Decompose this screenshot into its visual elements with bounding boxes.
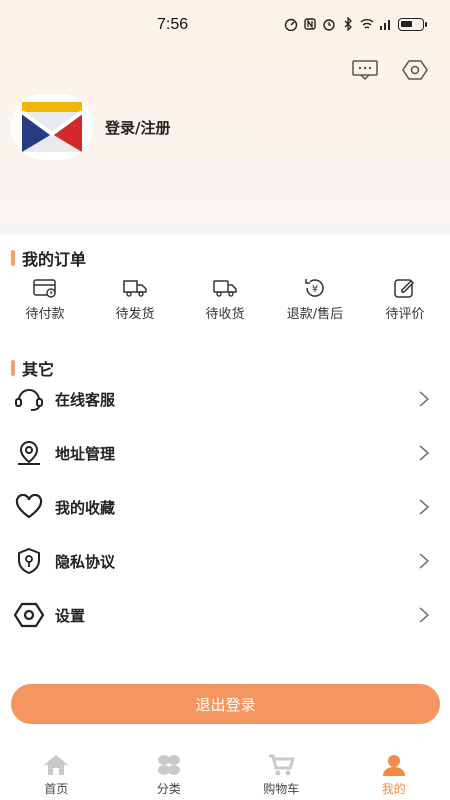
tab-label: 首页	[44, 782, 69, 796]
order-item-label: 待评价	[385, 307, 425, 322]
section-accent-bar	[11, 250, 15, 266]
menu-item-settings[interactable]: 设置	[0, 588, 450, 642]
alarm-icon	[323, 19, 335, 31]
order-pending-receipt[interactable]: 待收货	[180, 276, 270, 326]
svg-text:¥: ¥	[312, 284, 318, 295]
order-item-label: 待发货	[115, 307, 155, 322]
order-pending-shipment[interactable]: 待发货	[90, 276, 180, 326]
tab-label: 我的	[381, 782, 406, 796]
message-button[interactable]	[350, 58, 380, 82]
order-pending-review[interactable]: 待评价	[360, 276, 450, 326]
order-refund-aftersale[interactable]: ¥ 退款/售后	[270, 276, 360, 326]
shield-icon	[18, 547, 40, 575]
app-logo-icon	[22, 102, 82, 152]
home-icon	[44, 755, 69, 775]
tab-label: 购物车	[263, 782, 300, 796]
tab-label: 分类	[156, 782, 181, 796]
status-time: 7:56	[157, 16, 189, 33]
order-item-label: 待付款	[25, 307, 65, 322]
speed-icon	[284, 18, 298, 31]
orders-section-title: 我的订单	[11, 246, 86, 270]
chevron-right-icon	[419, 607, 430, 623]
tab-cart[interactable]: 购物车	[225, 744, 338, 800]
chevron-right-icon	[419, 553, 430, 569]
edit-icon	[394, 279, 415, 298]
menu-item-privacy[interactable]: 隐私协议	[0, 534, 450, 588]
chevron-right-icon	[419, 445, 430, 461]
login-register-link[interactable]: 登录/注册	[105, 117, 170, 138]
menu-item-address[interactable]: 地址管理	[0, 426, 450, 480]
user-icon	[382, 755, 405, 776]
menu-item-label: 我的收藏	[55, 498, 116, 517]
chevron-right-icon	[419, 391, 430, 407]
menu-item-customer-service[interactable]: 在线客服	[0, 372, 450, 426]
order-status-row: 待付款 待发货 待收货 ¥ 退款/售后 待评价	[0, 276, 450, 326]
order-item-label: 待收货	[205, 307, 245, 322]
menu-item-favorites[interactable]: 我的收藏	[0, 480, 450, 534]
menu-item-label: 设置	[55, 606, 86, 625]
menu-item-label: 地址管理	[55, 444, 116, 463]
tab-category[interactable]: 分类	[113, 744, 226, 800]
settings-hex-icon	[402, 60, 428, 80]
menu-item-label: 在线客服	[55, 390, 116, 409]
order-item-label: 退款/售后	[286, 307, 344, 322]
refund-icon: ¥	[305, 279, 324, 297]
headset-icon	[15, 389, 43, 411]
wallet-icon	[33, 279, 56, 298]
message-icon	[352, 60, 378, 80]
battery-icon	[398, 17, 427, 31]
tab-mine[interactable]: 我的	[338, 744, 450, 800]
avatar[interactable]	[11, 94, 93, 160]
status-bar: 7:56	[0, 0, 450, 52]
order-pending-payment[interactable]: 待付款	[0, 276, 90, 326]
status-icons	[284, 17, 427, 31]
signal-icon	[380, 20, 390, 30]
header-actions	[350, 58, 430, 82]
menu-item-label: 隐私协议	[55, 552, 116, 571]
logout-button[interactable]: 退出登录	[11, 684, 440, 724]
bottom-tab-bar: 首页 分类 购物车 我的	[0, 744, 450, 800]
location-icon	[18, 440, 40, 465]
settings-button[interactable]	[400, 58, 430, 82]
other-menu-list: 在线客服 地址管理 我的收藏 隐私协议 设置	[0, 372, 450, 642]
profile-area[interactable]: 登录/注册	[11, 94, 170, 160]
heart-icon	[15, 494, 43, 519]
orders-title-text: 我的订单	[22, 250, 87, 269]
delivery-truck-icon	[213, 280, 237, 297]
settings-icon	[14, 602, 44, 628]
bluetooth-icon	[344, 17, 352, 31]
nfc-icon	[304, 18, 316, 30]
chevron-right-icon	[419, 499, 430, 515]
wifi-icon	[360, 19, 374, 29]
cart-icon	[269, 754, 296, 776]
category-icon	[157, 755, 180, 775]
truck-icon	[123, 280, 147, 297]
tab-home[interactable]: 首页	[0, 744, 113, 800]
